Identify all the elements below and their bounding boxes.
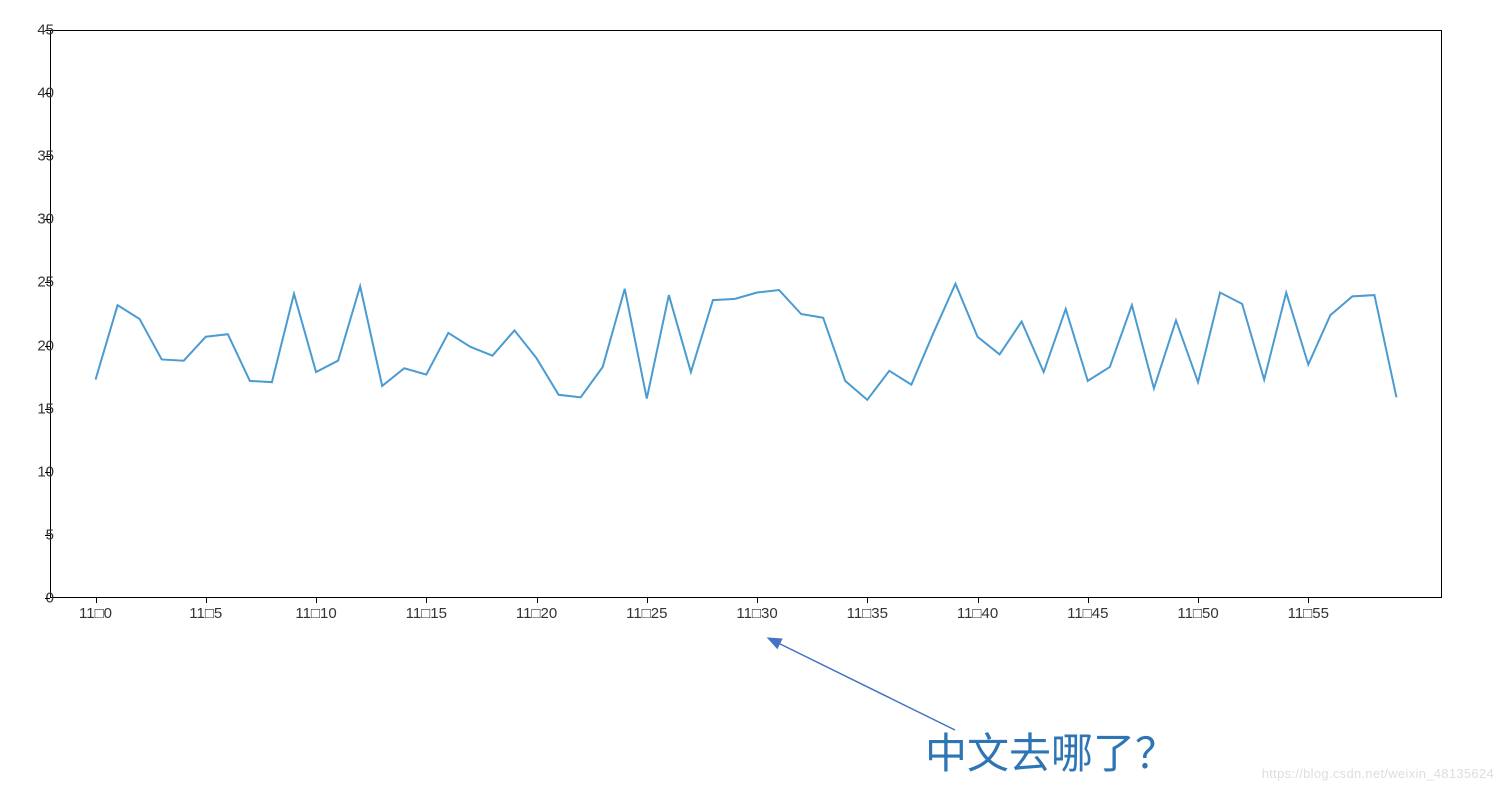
data-series-line — [96, 284, 1397, 400]
x-tick-mark — [1088, 598, 1089, 603]
line-chart-svg — [50, 30, 1442, 598]
x-tick-label: 11□15 — [406, 605, 447, 622]
x-tick-mark — [537, 598, 538, 603]
x-tick-label: 11□20 — [516, 605, 557, 622]
x-tick-label: 11□35 — [847, 605, 888, 622]
annotation-text: 中文去哪了？ — [925, 720, 1177, 781]
x-tick-label: 11□10 — [295, 605, 336, 622]
x-tick-mark — [426, 598, 427, 603]
x-tick-label: 11□40 — [957, 605, 998, 622]
x-tick-mark — [206, 598, 207, 603]
x-tick-label: 11□25 — [626, 605, 667, 622]
x-tick-label: 11□0 — [79, 605, 112, 622]
y-tick-mark — [45, 598, 50, 599]
x-tick-mark — [316, 598, 317, 603]
x-tick-label: 11□45 — [1067, 605, 1108, 622]
x-tick-mark — [1198, 598, 1199, 603]
watermark-text: https://blog.csdn.net/weixin_48135624 — [1262, 766, 1494, 781]
x-tick-mark — [647, 598, 648, 603]
x-tick-mark — [1308, 598, 1309, 603]
x-tick-mark — [757, 598, 758, 603]
x-tick-label: 11□30 — [736, 605, 777, 622]
x-tick-mark — [867, 598, 868, 603]
x-tick-mark — [96, 598, 97, 603]
x-tick-label: 11□5 — [189, 605, 222, 622]
x-tick-mark — [978, 598, 979, 603]
x-tick-label: 11□50 — [1177, 605, 1218, 622]
chart-container: 051015202530354045 11□011□511□1011□1511□… — [0, 0, 1502, 789]
x-tick-label: 11□55 — [1288, 605, 1329, 622]
